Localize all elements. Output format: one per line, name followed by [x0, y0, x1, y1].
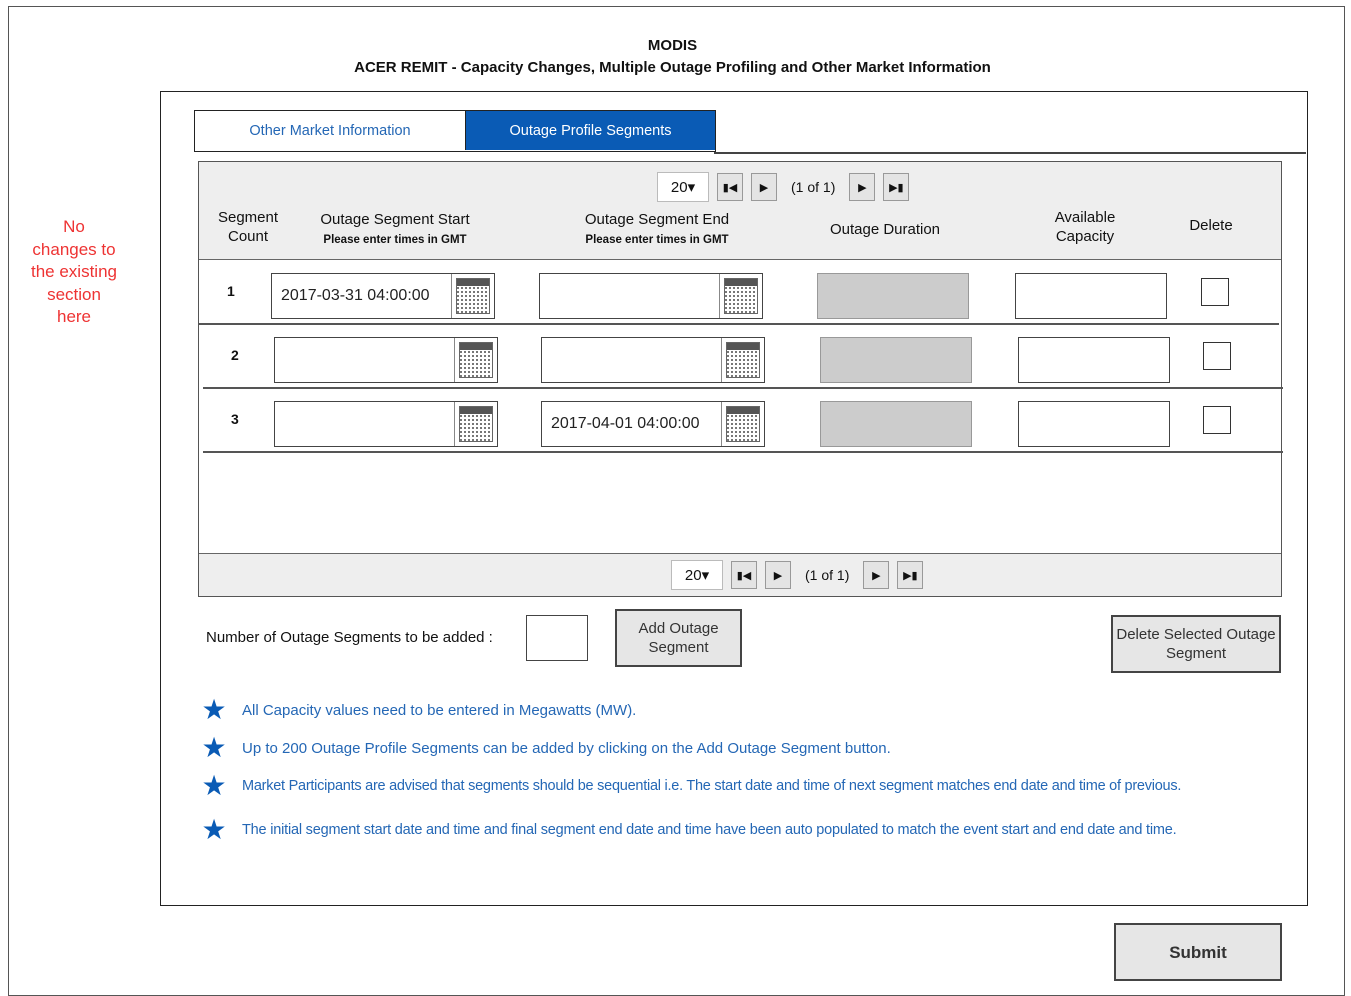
segments-table: 20▾ ▮◀ ▶ (1 of 1) ▶ ▶▮ Segment Count Out… [198, 161, 1283, 597]
col-delete: Delete [1189, 217, 1233, 234]
outage-start-field[interactable] [274, 401, 498, 447]
page-size-select[interactable]: 20▾ [657, 172, 709, 202]
available-capacity-input[interactable] [1015, 273, 1167, 319]
next-page-icon[interactable]: ▶ [863, 561, 890, 589]
delete-checkbox[interactable] [1203, 406, 1231, 434]
outage-duration-field [820, 337, 972, 383]
tab-outage-profile-segments[interactable]: Outage Profile Segments [465, 111, 715, 150]
col-outage-end-label: Outage Segment End [584, 211, 730, 228]
calendar-icon[interactable] [721, 402, 764, 446]
available-capacity-input[interactable] [1018, 337, 1170, 383]
calendar-icon[interactable] [451, 274, 494, 318]
delete-checkbox[interactable] [1201, 278, 1229, 306]
tab-divider [714, 152, 1306, 154]
page-info: (1 of 1) [805, 567, 850, 583]
table-header: 20▾ ▮◀ ▶ (1 of 1) ▶ ▶▮ Segment Count Out… [199, 162, 1281, 260]
col-outage-start-label: Outage Segment Start [320, 211, 470, 228]
page-subtitle: ACER REMIT - Capacity Changes, Multiple … [354, 59, 991, 76]
last-page-icon[interactable]: ▶▮ [897, 561, 924, 589]
calendar-icon[interactable] [454, 402, 497, 446]
tab-bar: Other Market Information Outage Profile … [194, 110, 716, 152]
col-outage-end: Outage Segment End Please enter times in… [557, 210, 757, 250]
submit-button[interactable]: Submit [1114, 923, 1282, 981]
info-note: ★ Market Participants are advised that s… [200, 772, 1181, 800]
calendar-icon[interactable] [721, 338, 764, 382]
info-note-text: All Capacity values need to be entered i… [242, 701, 637, 719]
outage-duration-field [817, 273, 969, 319]
outage-start-field[interactable]: 2017-03-31 04:00:00 [271, 273, 495, 319]
info-note-text: Up to 200 Outage Profile Segments can be… [242, 739, 891, 757]
delete-checkbox[interactable] [1203, 342, 1231, 370]
outage-end-field[interactable] [541, 337, 765, 383]
add-outage-segment-button[interactable]: Add Outage Segment [615, 609, 742, 667]
star-icon: ★ [201, 814, 227, 845]
table-row: 1 2017-03-31 04:00:00 [199, 261, 1279, 325]
col-outage-duration: Outage Duration [829, 221, 941, 238]
next-page-icon[interactable]: ▶ [751, 173, 777, 201]
info-note: ★ All Capacity values need to be entered… [200, 696, 636, 724]
next-page-icon[interactable]: ▶ [849, 173, 876, 201]
delete-selected-segment-button[interactable]: Delete Selected Outage Segment [1111, 615, 1281, 673]
col-outage-end-hint: Please enter times in GMT [585, 234, 729, 246]
calendar-icon[interactable] [719, 274, 762, 318]
add-segments-label: Number of Outage Segments to be added : [206, 629, 493, 646]
outage-duration-field [820, 401, 972, 447]
table-row: 3 2017-04-01 04:00:00 [203, 389, 1283, 453]
outage-end-field[interactable]: 2017-04-01 04:00:00 [541, 401, 765, 447]
outage-end-value: 2017-04-01 04:00:00 [551, 415, 700, 432]
table-row: 2 [203, 325, 1283, 389]
outage-start-field[interactable] [274, 337, 498, 383]
info-note: ★ The initial segment start date and tim… [200, 816, 1176, 844]
calendar-icon[interactable] [454, 338, 497, 382]
page-title: MODIS [647, 37, 698, 54]
bottom-pager: 20▾ ▮◀ ▶ (1 of 1) ▶ ▶▮ [671, 560, 924, 590]
segment-count: 2 [231, 347, 239, 363]
info-note-text: Market Participants are advised that seg… [242, 778, 1182, 794]
col-segment-count: Segment Count [217, 209, 279, 245]
segment-count: 1 [227, 283, 235, 299]
outage-end-field[interactable] [539, 273, 763, 319]
top-pager: 20▾ ▮◀ ▶ (1 of 1) ▶ ▶▮ [657, 172, 910, 202]
segment-count: 3 [231, 411, 239, 427]
side-note: No changes to the existing section here [31, 217, 117, 326]
star-icon: ★ [201, 732, 227, 763]
star-icon: ★ [201, 770, 227, 801]
info-note: ★ Up to 200 Outage Profile Segments can … [200, 732, 891, 763]
info-note-text: The initial segment start date and time … [242, 822, 1177, 838]
last-page-icon[interactable]: ▶▮ [883, 173, 910, 201]
col-outage-start-hint: Please enter times in GMT [323, 234, 467, 246]
col-outage-start: Outage Segment Start Please enter times … [295, 210, 495, 250]
page-size-select[interactable]: 20▾ [671, 560, 723, 590]
first-page-icon[interactable]: ▮◀ [717, 173, 743, 201]
page-info: (1 of 1) [791, 179, 836, 195]
table-footer: 20▾ ▮◀ ▶ (1 of 1) ▶ ▶▮ [199, 553, 1281, 596]
add-segments-count-input[interactable] [526, 615, 588, 661]
next-page-icon[interactable]: ▶ [765, 561, 791, 589]
tab-other-market-information[interactable]: Other Market Information [195, 111, 465, 150]
first-page-icon[interactable]: ▮◀ [731, 561, 757, 589]
outage-start-value: 2017-03-31 04:00:00 [281, 287, 430, 304]
col-available-capacity: Available Capacity [1054, 209, 1116, 245]
available-capacity-input[interactable] [1018, 401, 1170, 447]
star-icon: ★ [201, 694, 227, 725]
